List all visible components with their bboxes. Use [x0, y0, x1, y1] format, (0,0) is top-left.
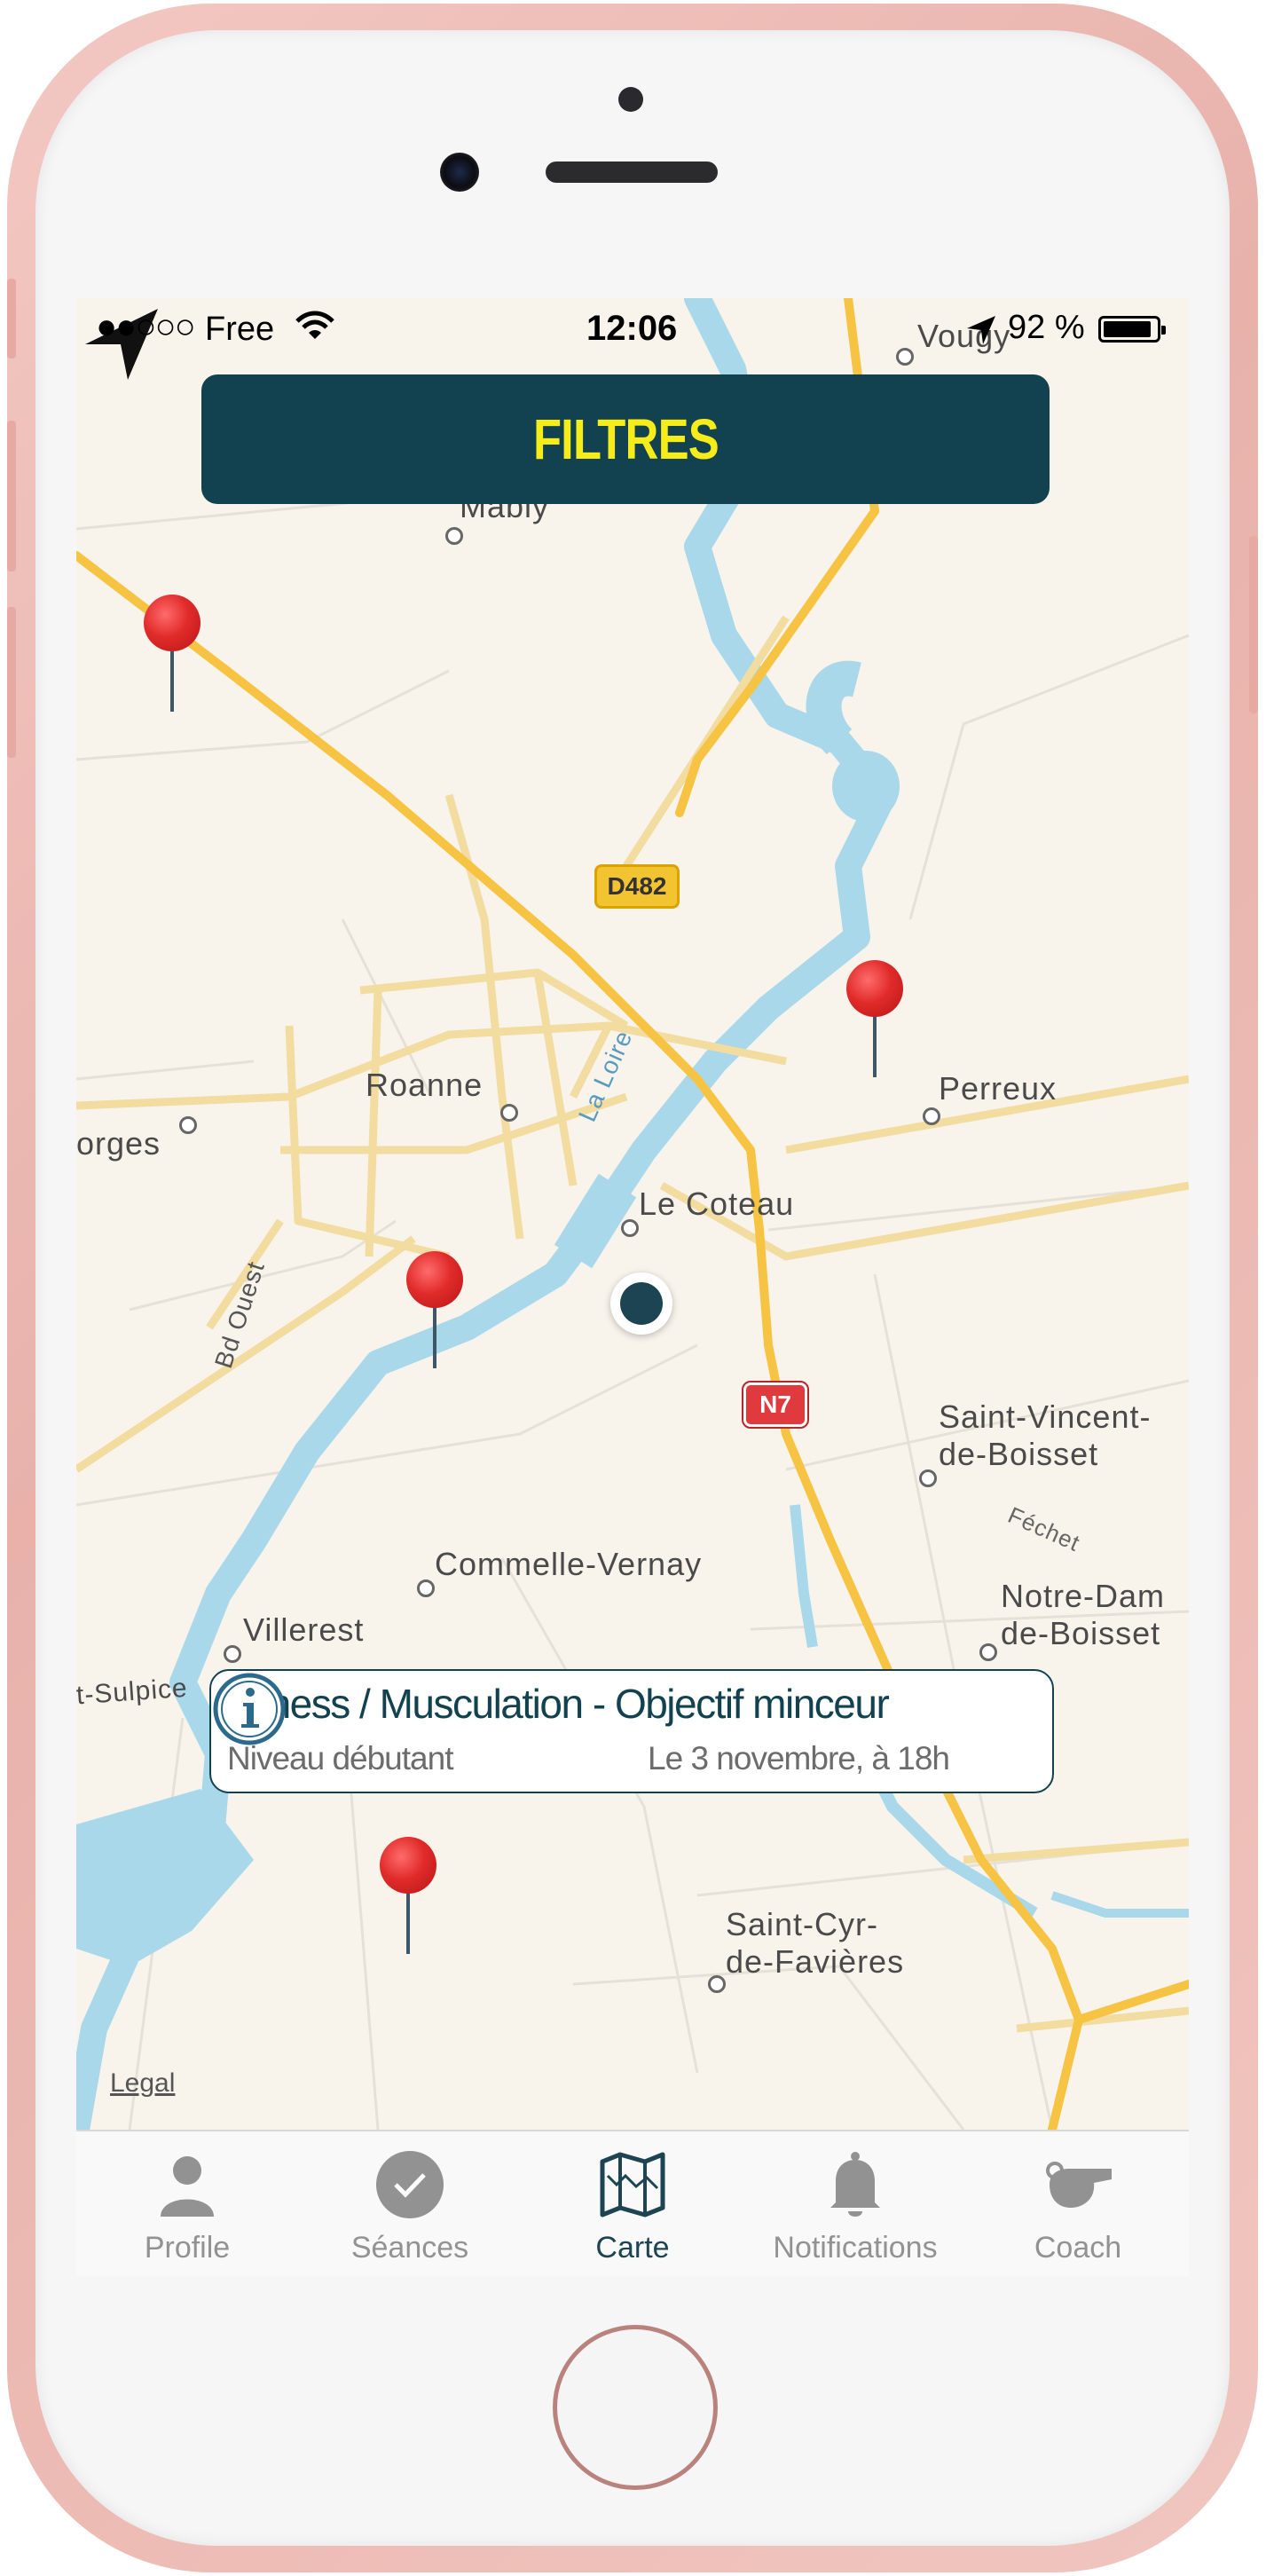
tab-carte-label: Carte — [595, 2231, 670, 2265]
place-dot-orges — [179, 1116, 197, 1134]
road-sign-d482-label: D482 — [607, 872, 667, 900]
map-label-notre-dame: Notre-Dam — [1001, 1578, 1166, 1614]
tab-profile-label: Profile — [144, 2231, 231, 2265]
tab-coach-label: Coach — [1034, 2231, 1122, 2265]
road-sign-n7: N7 — [742, 1381, 809, 1429]
tab-seances-label: Séances — [350, 2231, 469, 2265]
place-dot-commelle-vernay — [417, 1579, 435, 1597]
earpiece-speaker — [546, 161, 718, 183]
map-icon — [600, 2152, 665, 2218]
place-dot-le-coteau — [621, 1219, 639, 1237]
callout-date: Le 3 novembre, à 18h — [648, 1740, 950, 1776]
tab-profile[interactable]: Profile — [76, 2131, 298, 2277]
wifi-icon — [295, 311, 334, 339]
battery-percentage: 92 % — [1008, 309, 1085, 346]
status-bar: ●●○○○ Free 12:06 92 % — [76, 298, 1189, 360]
place-dot-saint-cyr — [708, 1975, 726, 1993]
legal-link[interactable]: Legal — [110, 2068, 175, 2099]
battery-icon — [1098, 316, 1166, 343]
bell-icon — [830, 2152, 880, 2217]
map-pin-selected[interactable] — [380, 1837, 436, 1954]
tab-coach[interactable]: Coach — [967, 2131, 1189, 2277]
map-label-commelle-vernay: Commelle-Vernay — [435, 1546, 703, 1582]
map-label-roanne: Roanne — [366, 1067, 484, 1103]
filters-button[interactable]: FILTRES — [201, 374, 1050, 504]
tab-seances[interactable]: Séances — [299, 2131, 521, 2277]
place-dot-notre-dame — [979, 1643, 997, 1661]
home-button[interactable] — [553, 2325, 718, 2490]
place-dot-mably — [445, 527, 463, 545]
map-background — [76, 298, 1189, 2130]
info-icon[interactable] — [211, 1671, 287, 1747]
map-label-de-boisset-1: de-Boisset — [939, 1436, 1099, 1472]
volume-down-button — [7, 607, 16, 758]
power-button — [1249, 536, 1258, 713]
front-camera — [440, 153, 479, 192]
app-screen: D482 N7 Mably Roanne orges Le Coteau Per… — [76, 298, 1189, 2277]
place-dot-villerest — [224, 1645, 241, 1663]
person-icon — [161, 2156, 214, 2217]
map-label-perreux: Perreux — [939, 1070, 1058, 1107]
road-sign-n7-label: N7 — [759, 1390, 791, 1418]
filters-button-label: FILTRES — [532, 407, 719, 471]
signal-strength: ●●○○○ — [96, 307, 196, 346]
volume-up-button — [7, 421, 16, 571]
map-view[interactable]: D482 N7 Mably Roanne orges Le Coteau Per… — [76, 298, 1189, 2130]
carrier-name: Free — [205, 311, 275, 348]
map-label-orges: orges — [76, 1125, 161, 1162]
location-services-icon — [967, 316, 995, 344]
tab-notifications-label: Notifications — [773, 2231, 938, 2265]
checkmark-circle-icon — [376, 2151, 444, 2218]
callout-title: Fitness / Musculation - Objectif minceur — [227, 1681, 890, 1727]
map-pin[interactable] — [846, 960, 903, 1077]
whistle-icon — [1046, 2162, 1112, 2208]
map-pin[interactable] — [144, 595, 201, 712]
proximity-sensor — [618, 87, 643, 112]
map-label-de-boisset-2: de-Boisset — [1001, 1615, 1161, 1651]
road-sign-d482: D482 — [594, 864, 680, 909]
map-label-le-coteau: Le Coteau — [639, 1186, 795, 1222]
map-pin[interactable] — [406, 1251, 463, 1368]
user-location-dot — [610, 1272, 672, 1335]
map-label-saint-cyr: Saint-Cyr- — [726, 1906, 879, 1942]
tab-bar: Profile Séances Carte Notifications Coac… — [76, 2130, 1189, 2277]
map-label-villerest: Villerest — [243, 1611, 365, 1648]
place-dot-roanne — [500, 1104, 518, 1122]
map-label-saint-vincent: Saint-Vincent- — [939, 1398, 1152, 1435]
clock: 12:06 — [586, 309, 678, 348]
place-dot-saint-vincent — [919, 1469, 937, 1487]
tab-carte[interactable]: Carte — [522, 2131, 743, 2277]
map-label-de-favieres: de-Favières — [726, 1943, 905, 1980]
tab-notifications[interactable]: Notifications — [744, 2131, 966, 2277]
place-dot-perreux — [923, 1107, 940, 1125]
event-callout[interactable]: Fitness / Musculation - Objectif minceur… — [209, 1669, 1054, 1793]
mute-switch — [7, 279, 16, 358]
